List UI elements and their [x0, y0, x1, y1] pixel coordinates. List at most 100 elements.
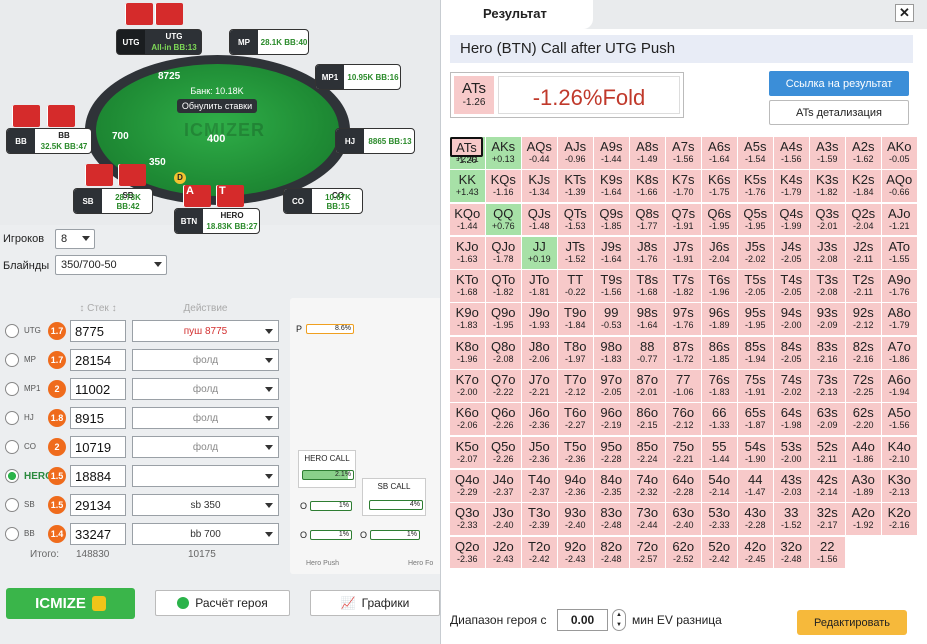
chevron-down-icon[interactable]: ▼ — [616, 622, 622, 628]
range-cell[interactable]: AJo -1.21 — [882, 203, 917, 236]
range-cell[interactable]: 87o -2.01 — [630, 370, 665, 402]
range-cell[interactable]: T5o -2.36 — [558, 436, 593, 469]
range-cell[interactable]: T3o -2.39 — [522, 503, 557, 536]
seat-co[interactable]: CO CO 10.67K BB:15 — [283, 188, 363, 214]
range-cell[interactable]: J2s -2.11 — [846, 236, 881, 269]
player-radio[interactable] — [5, 527, 19, 541]
range-cell[interactable]: J9o -1.93 — [522, 303, 557, 336]
range-cell[interactable]: 84s -2.05 — [774, 336, 809, 369]
range-cell[interactable]: KK +1.43 — [450, 170, 485, 203]
seat-hero[interactable]: BTN HERO 18.83K BB:27 — [174, 208, 260, 234]
seat-sb[interactable]: SB SB 28.73K BB:42 — [73, 188, 153, 214]
charts-button[interactable]: 📈 Графики — [310, 590, 440, 616]
range-cell[interactable]: 82o -2.48 — [594, 536, 629, 569]
range-cell[interactable]: 98o -1.83 — [594, 336, 629, 369]
range-cell[interactable]: Q3o -2.33 — [450, 503, 485, 536]
range-cell[interactable]: A6s -1.64 — [702, 137, 737, 169]
range-cell[interactable]: Q5o -2.26 — [486, 436, 521, 469]
player-radio[interactable] — [5, 498, 19, 512]
seat-hj[interactable]: HJ 8865 BB:13 — [335, 128, 415, 154]
range-cell[interactable]: 92s -2.12 — [846, 303, 881, 336]
range-stepper[interactable]: ▲ ▼ — [612, 609, 626, 631]
range-cell[interactable]: 85o -2.24 — [630, 436, 665, 469]
range-cell[interactable]: 66 -1.33 — [702, 403, 737, 436]
range-cell[interactable]: K8o -1.96 — [450, 336, 485, 369]
player-action-select[interactable]: фолд — [132, 436, 279, 458]
range-cell[interactable]: 52s -2.11 — [810, 436, 845, 469]
range-cell[interactable]: J3s -2.08 — [810, 236, 845, 269]
range-cell[interactable]: 63o -2.40 — [666, 503, 701, 536]
range-cell[interactable]: 94o -2.36 — [558, 469, 593, 502]
range-cell[interactable]: J3o -2.40 — [486, 503, 521, 536]
range-cell[interactable]: J6s -2.04 — [702, 236, 737, 269]
range-cell[interactable]: J8s -1.76 — [630, 236, 665, 269]
range-cell[interactable]: A3o -1.89 — [846, 469, 881, 502]
range-cell[interactable]: QJo -1.78 — [486, 236, 521, 269]
seat-bb[interactable]: BB BB 32.5K BB:47 — [6, 128, 92, 154]
player-stack-input[interactable]: 8775 — [70, 320, 126, 342]
range-cell[interactable]: 93s -2.09 — [810, 303, 845, 336]
range-cell[interactable]: AKo -0.05 — [882, 137, 917, 169]
range-cell[interactable]: J4s -2.05 — [774, 236, 809, 269]
range-cell[interactable]: K9s -1.64 — [594, 170, 629, 203]
range-cell[interactable]: 75o -2.21 — [666, 436, 701, 469]
range-cell[interactable]: 77 -1.06 — [666, 370, 701, 402]
seat-utg[interactable]: UTG UTG All-in BB:13 — [116, 29, 202, 55]
range-cell[interactable]: AQo -0.66 — [882, 170, 917, 203]
range-cell[interactable]: KJo -1.63 — [450, 236, 485, 269]
range-cell[interactable]: 32s -2.17 — [810, 503, 845, 536]
seat-mp[interactable]: MP 28.1K BB:40 — [229, 29, 309, 55]
range-cell[interactable]: 97o -2.05 — [594, 370, 629, 402]
range-cell[interactable]: KTo -1.68 — [450, 270, 485, 302]
range-cell[interactable]: Q7s -1.91 — [666, 203, 701, 236]
range-cell[interactable]: Q7o -2.22 — [486, 370, 521, 402]
range-cell[interactable]: Q4s -1.99 — [774, 203, 809, 236]
player-action-select[interactable]: sb 350 — [132, 494, 279, 516]
range-cell[interactable]: Q3s -2.01 — [810, 203, 845, 236]
range-cell[interactable]: ATs -1.26 — [450, 137, 483, 165]
seat-mp1[interactable]: MP1 10.95K BB:16 — [315, 64, 401, 90]
range-cell[interactable]: 97s -1.76 — [666, 303, 701, 336]
range-cell[interactable]: 94s -2.00 — [774, 303, 809, 336]
range-cell[interactable]: K8s -1.66 — [630, 170, 665, 203]
range-cell[interactable]: KJs -1.34 — [522, 170, 557, 203]
range-cell[interactable]: 96s -1.89 — [702, 303, 737, 336]
players-select[interactable]: 8 — [55, 229, 95, 249]
stack-column-header[interactable]: ↕ Стек ↕ — [70, 303, 126, 314]
range-cell[interactable]: QTs -1.53 — [558, 203, 593, 236]
range-cell[interactable]: 43s -2.03 — [774, 469, 809, 502]
player-stack-input[interactable]: 18884 — [70, 465, 126, 487]
range-cell[interactable]: T3s -2.08 — [810, 270, 845, 302]
range-cell[interactable]: JTs -1.52 — [558, 236, 593, 269]
range-cell[interactable]: J6o -2.36 — [522, 403, 557, 436]
range-cell[interactable]: Q9o -1.95 — [486, 303, 521, 336]
range-cell[interactable]: Q5s -1.95 — [738, 203, 773, 236]
range-cell[interactable]: A5s -1.54 — [738, 137, 773, 169]
range-cell[interactable]: J8o -2.06 — [522, 336, 557, 369]
range-cell[interactable]: 98s -1.64 — [630, 303, 665, 336]
player-radio[interactable] — [5, 382, 19, 396]
player-action-select[interactable]: фолд — [132, 349, 279, 371]
range-cell[interactable]: T7s -1.82 — [666, 270, 701, 302]
range-cell[interactable]: 82s -2.16 — [846, 336, 881, 369]
range-cell[interactable]: 62o -2.52 — [666, 536, 701, 569]
player-radio[interactable] — [5, 469, 19, 483]
player-action-select[interactable]: пуш 8775 — [132, 320, 279, 342]
close-icon[interactable]: ✕ — [895, 4, 914, 22]
range-cell[interactable]: QJs -1.48 — [522, 203, 557, 236]
range-cell[interactable]: T6s -1.96 — [702, 270, 737, 302]
edit-range-button[interactable]: Редактировать — [797, 610, 907, 635]
range-cell[interactable]: 65s -1.87 — [738, 403, 773, 436]
range-cell[interactable]: Q2s -2.04 — [846, 203, 881, 236]
result-link-button[interactable]: Ссылка на результат — [769, 71, 909, 96]
range-cell[interactable]: 42o -2.45 — [738, 536, 773, 569]
range-cell[interactable]: J5o -2.36 — [522, 436, 557, 469]
range-cell[interactable]: 86o -2.15 — [630, 403, 665, 436]
range-cell[interactable]: J5s -2.02 — [738, 236, 773, 269]
range-cell[interactable]: J7s -1.91 — [666, 236, 701, 269]
player-action-select[interactable]: фолд — [132, 378, 279, 400]
range-cell[interactable]: A5o -1.56 — [882, 403, 917, 436]
range-cell[interactable]: A7s -1.56 — [666, 137, 701, 169]
range-cell[interactable]: K7s -1.70 — [666, 170, 701, 203]
range-cell[interactable]: A2s -1.62 — [846, 137, 881, 169]
